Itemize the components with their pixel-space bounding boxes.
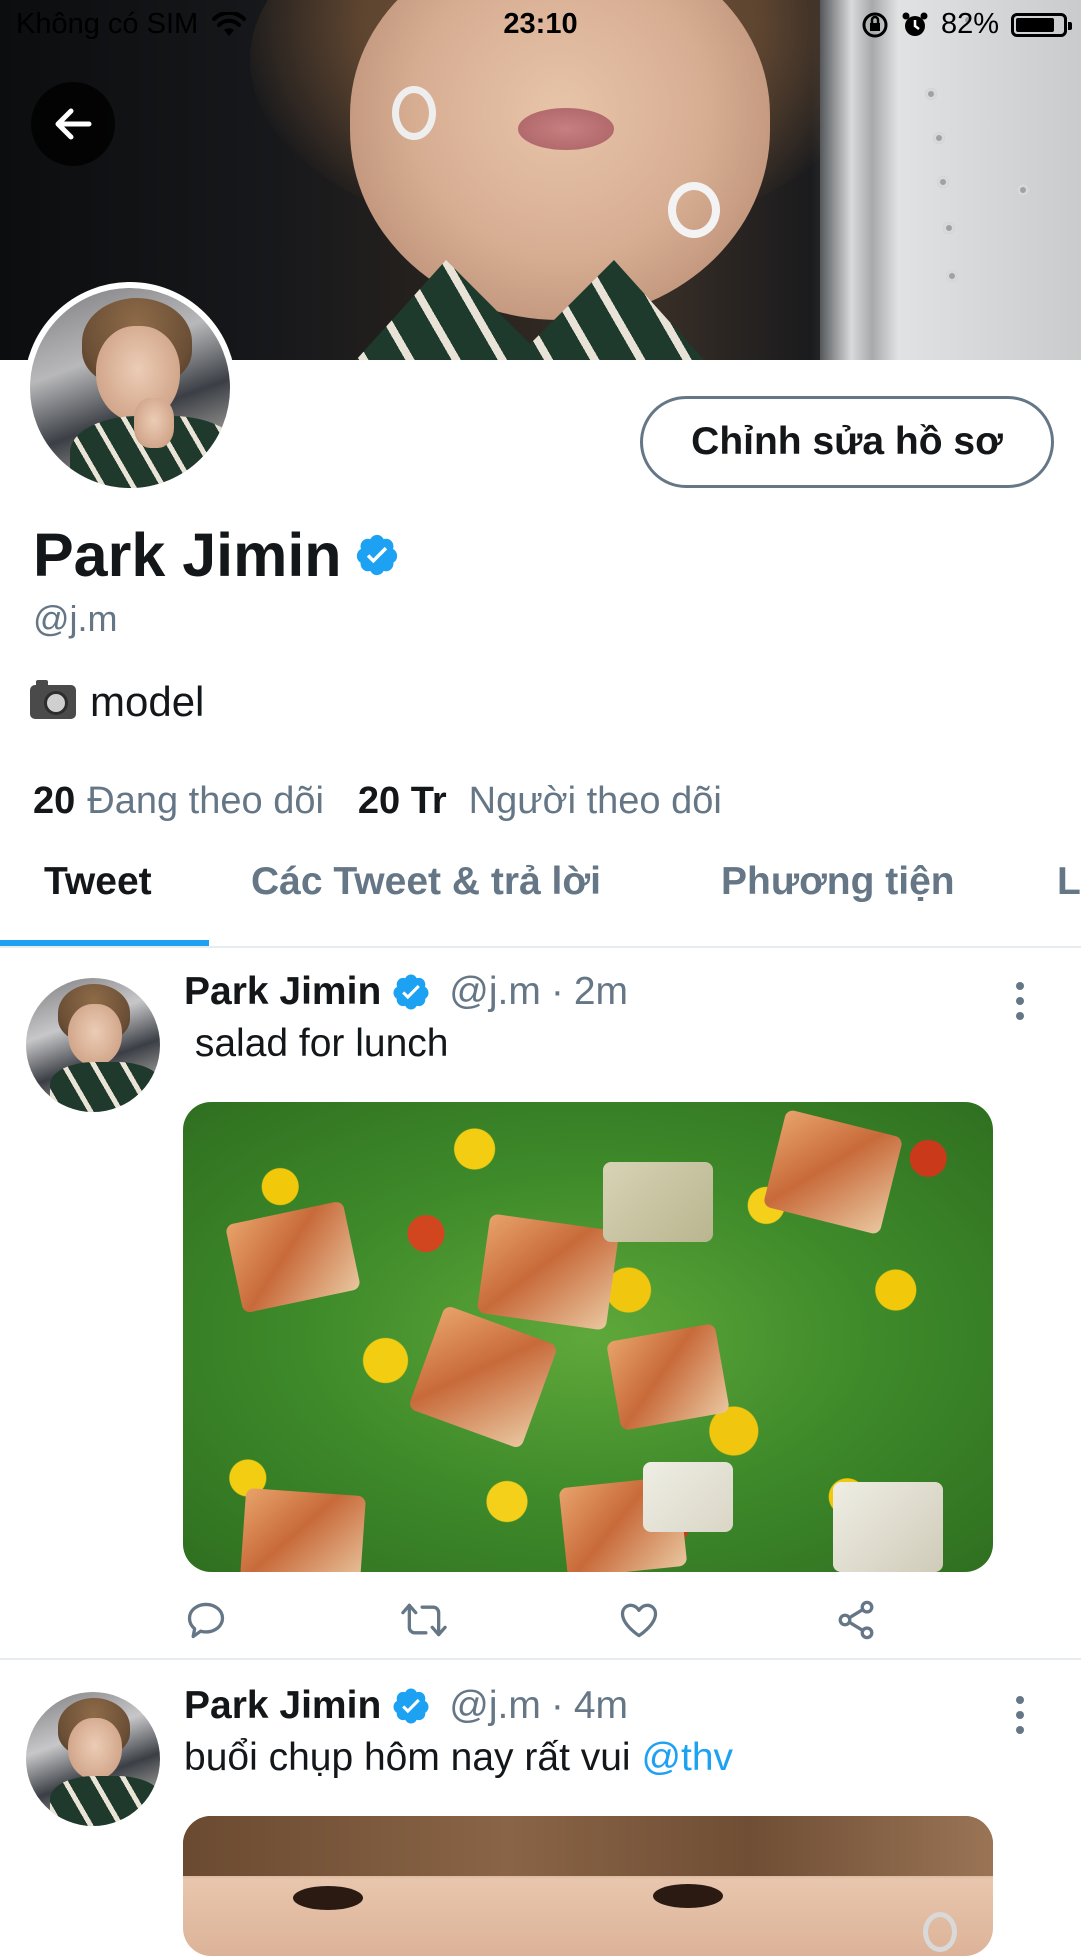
alarm-icon: [902, 12, 928, 36]
banner-photo-earring: [668, 182, 720, 238]
banner-photo-earring: [392, 86, 436, 140]
verified-badge-icon: [393, 1688, 429, 1724]
profile-name: Park Jimin: [33, 521, 342, 589]
followers-label[interactable]: Người theo dõi: [469, 780, 722, 823]
tab-tweets[interactable]: Tweet: [44, 860, 152, 904]
tweet[interactable]: Park Jimin @j.m · 2m salad for lunch: [0, 948, 1081, 1660]
profile-stats: 20 Đang theo dõi 20 Tr Người theo dõi: [33, 780, 722, 823]
tweet-media-image[interactable]: [183, 1816, 993, 1956]
tweet-header: Park Jimin @j.m · 4m: [184, 1684, 628, 1728]
battery-fill: [1016, 17, 1054, 32]
retweet-icon[interactable]: [400, 1598, 448, 1642]
tab-likes[interactable]: L: [1057, 860, 1081, 904]
tweet-header: Park Jimin @j.m · 2m: [184, 970, 628, 1014]
following-label[interactable]: Đang theo dõi: [87, 780, 324, 823]
more-vertical-icon[interactable]: [1016, 982, 1026, 1020]
back-arrow-icon: [55, 108, 92, 140]
profile-avatar[interactable]: [24, 282, 236, 494]
tweet-handle: @j.m: [449, 970, 541, 1013]
active-tab-indicator: [0, 940, 209, 946]
verified-badge-icon: [393, 974, 429, 1010]
following-count[interactable]: 20: [33, 780, 75, 823]
followers-count[interactable]: 20 Tr: [358, 780, 447, 823]
profile-name-row: Park Jimin: [33, 520, 400, 590]
tweet-text: salad for lunch: [184, 1022, 449, 1065]
share-icon[interactable]: [834, 1598, 878, 1642]
like-icon[interactable]: [617, 1598, 661, 1642]
edit-profile-button[interactable]: Chỉnh sửa hồ sơ: [640, 396, 1054, 488]
profile-bio-text: model: [90, 678, 205, 725]
tweet-separator: ·: [550, 970, 564, 1013]
battery-percent: 82%: [940, 8, 999, 40]
tweet[interactable]: Park Jimin @j.m · 4m buổi chụp hôm nay r…: [0, 1660, 1081, 1956]
profile-tabs: Tweet Các Tweet & trả lời Phương tiện L: [0, 846, 1081, 948]
banner-photo-face: [350, 0, 770, 320]
camera-emoji-icon: [30, 680, 76, 719]
back-button[interactable]: [31, 82, 115, 166]
tweet-text-body: buổi chụp hôm nay rất vui: [184, 1736, 642, 1779]
reply-icon[interactable]: [184, 1598, 228, 1642]
battery-icon: [1011, 12, 1072, 37]
tweet-mention-link[interactable]: @thv: [641, 1736, 733, 1779]
orientation-lock-icon: [862, 12, 888, 37]
tweet-avatar[interactable]: [26, 978, 160, 1112]
tab-tweets-replies[interactable]: Các Tweet & trả lời: [251, 860, 601, 904]
tweet-handle: @j.m: [449, 1684, 541, 1727]
tweet-author-name[interactable]: Park Jimin: [184, 970, 381, 1014]
tweet-separator: ·: [550, 1684, 564, 1727]
more-vertical-icon[interactable]: [1016, 1696, 1026, 1734]
profile-bio: model: [30, 678, 204, 726]
tweet-time: 4m: [573, 1684, 629, 1727]
tweet-author-name[interactable]: Park Jimin: [184, 1684, 381, 1728]
tab-media[interactable]: Phương tiện: [721, 860, 955, 904]
tweet-avatar[interactable]: [26, 1692, 160, 1826]
status-bar: Không có SIM 23:10 82%: [0, 0, 1081, 48]
tweet-actions: [184, 1598, 904, 1644]
profile-handle: @j.m: [33, 598, 118, 639]
verified-badge-icon: [356, 534, 397, 576]
status-right: 82%: [861, 8, 1072, 41]
tweet-text: buổi chụp hôm nay rất vui @thv: [184, 1736, 733, 1780]
banner-photo-lips: [518, 108, 614, 150]
banner-photo-door: [820, 0, 1081, 360]
tweet-time: 2m: [573, 970, 629, 1013]
tweet-media-image[interactable]: [183, 1102, 993, 1572]
